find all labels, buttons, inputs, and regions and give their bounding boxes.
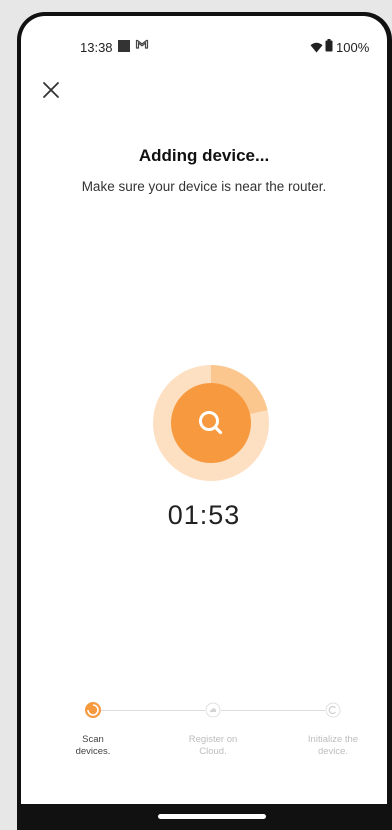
radar-core	[171, 383, 251, 463]
wifi-icon	[310, 40, 323, 58]
close-button[interactable]	[39, 78, 63, 102]
scanning-radar	[153, 365, 269, 481]
step-scan-label: Scan devices.	[53, 734, 133, 758]
step-scan-indicator	[85, 702, 101, 718]
status-time: 13:38	[80, 40, 113, 55]
step-register-indicator	[205, 702, 221, 718]
step-register-line1: Register on	[188, 734, 238, 745]
step-initialize-indicator	[325, 702, 341, 718]
step-initialize-line2: device.	[317, 746, 349, 757]
step-initialize-label: Initialize the device.	[293, 734, 373, 758]
background: 13:38 100% Adding device... Make sure yo…	[0, 0, 392, 830]
step-initialize-line1: Initialize the	[307, 734, 359, 745]
step-connector-1	[101, 710, 205, 711]
home-indicator[interactable]	[158, 814, 266, 819]
step-scan-line2: devices.	[75, 746, 111, 757]
battery-icon	[325, 39, 333, 57]
step-register-line2: Cloud.	[199, 746, 227, 757]
phone-frame: 13:38 100% Adding device... Make sure yo…	[17, 12, 392, 830]
close-icon	[43, 82, 59, 98]
notification-square-icon	[118, 40, 130, 52]
page-title: Adding device...	[138, 146, 270, 165]
status-bar: 13:38 100%	[21, 16, 387, 68]
page-subtitle: Make sure your device is near the router…	[81, 179, 327, 194]
countdown-timer: 01:53	[167, 500, 241, 530]
gmail-icon	[135, 37, 149, 54]
step-register-label: Register on Cloud.	[173, 734, 253, 758]
step-connector-2	[221, 710, 325, 711]
step-scan-line1: Scan	[82, 734, 104, 745]
system-nav-bar	[21, 804, 387, 826]
battery-percent: 100%	[336, 40, 370, 55]
app-screen: 13:38 100% Adding device... Make sure yo…	[21, 16, 387, 826]
